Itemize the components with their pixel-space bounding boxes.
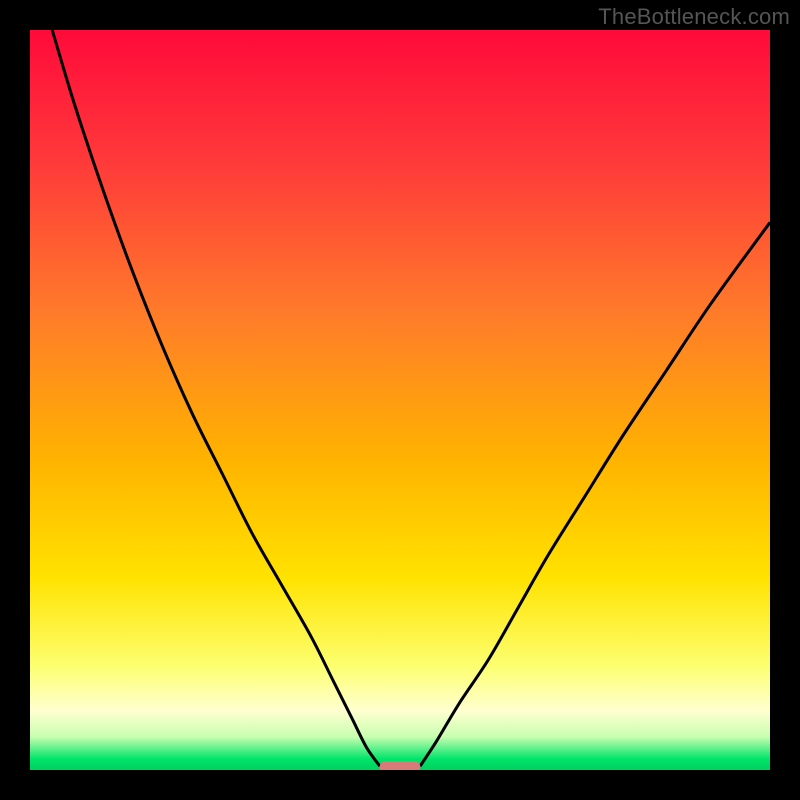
chart-frame: TheBottleneck.com	[0, 0, 800, 800]
chart-canvas	[30, 30, 770, 770]
plot-area	[30, 30, 770, 770]
bottleneck-marker	[380, 761, 421, 770]
gradient-background	[30, 30, 770, 770]
watermark-label: TheBottleneck.com	[598, 4, 790, 30]
